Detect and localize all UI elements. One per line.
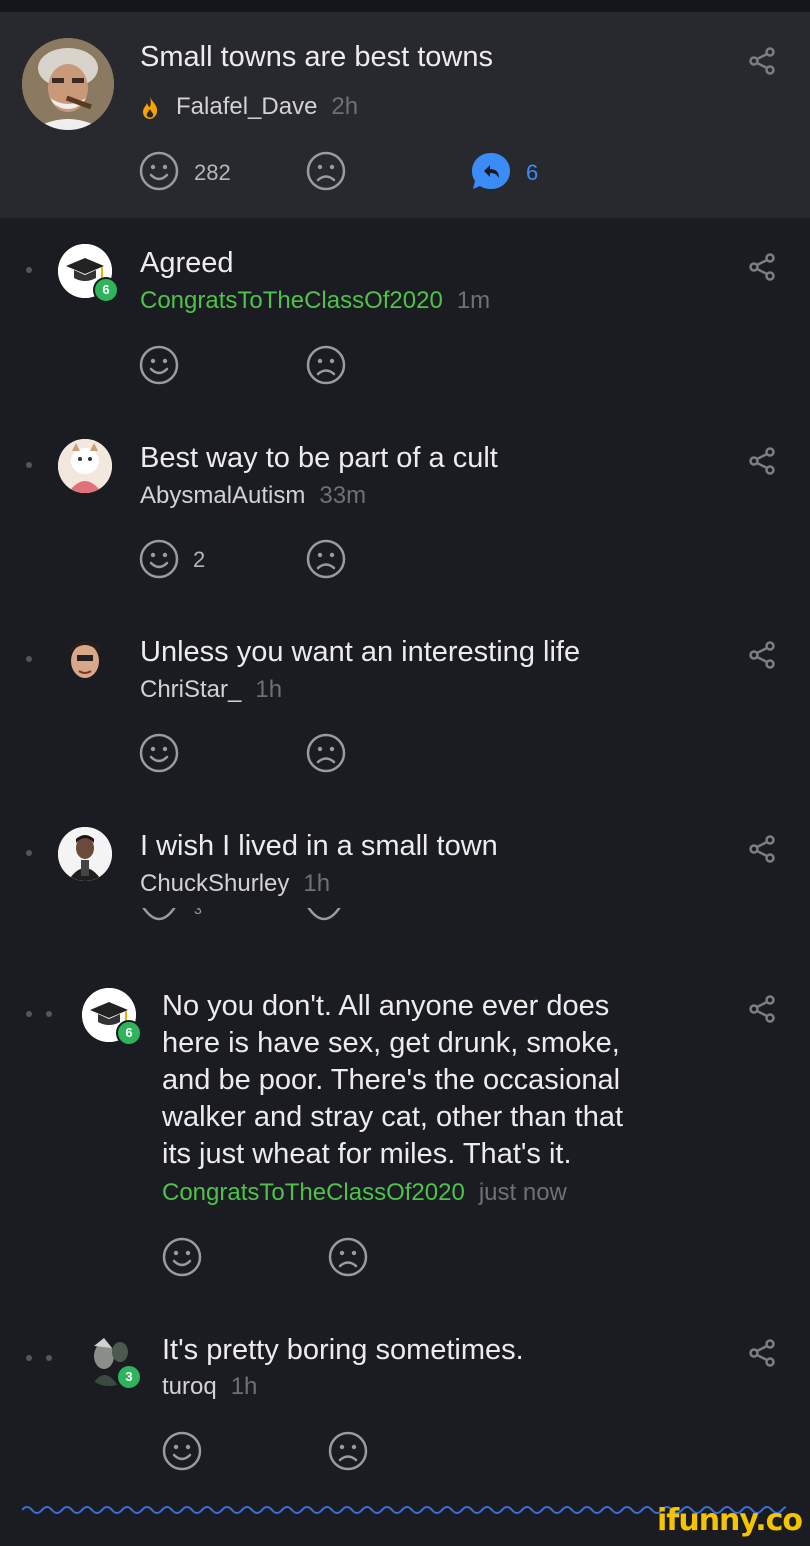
reply-line: No you don't. All anyone ever does (162, 990, 610, 1022)
comment-meta: CongratsToTheClassOf2020 1m (140, 286, 490, 316)
reply-meta: turoq 1h (162, 1372, 257, 1402)
thread-dot (26, 267, 32, 273)
frown-icon[interactable] (305, 150, 347, 192)
smile-icon[interactable] (138, 538, 180, 580)
status-bar-strip (0, 0, 810, 12)
comment-time: 1m (456, 287, 491, 314)
post-time: 2h (331, 93, 359, 120)
frown-icon[interactable] (327, 1236, 369, 1278)
reaction-row: 3 (138, 908, 388, 934)
comment-username[interactable]: ChuckShurley (140, 870, 289, 897)
thread-dot (26, 850, 32, 856)
share-icon[interactable] (747, 446, 777, 476)
fire-icon (143, 97, 158, 119)
share-icon[interactable] (747, 1338, 777, 1368)
reply-meta: CongratsToTheClassOf2020 just now (162, 1178, 567, 1208)
share-icon[interactable] (747, 46, 777, 76)
reply-line: walker and stray cat, other than that (162, 1101, 624, 1133)
comment-username[interactable]: CongratsToTheClassOf2020 (140, 287, 443, 314)
reply-line: its just wheat for miles. That's it. (162, 1138, 572, 1170)
reply-text: No you don't. All anyone ever does here … (162, 988, 623, 1173)
smile-icon[interactable] (161, 1430, 203, 1472)
post-meta: Falafel_Dave 2h (176, 92, 358, 122)
comment-text: Best way to be part of a cult (140, 442, 498, 474)
smile-icon[interactable] (138, 732, 180, 774)
frown-icon[interactable] (305, 344, 347, 386)
thread-dot (26, 1355, 32, 1361)
post-title: Small towns are best towns (140, 41, 493, 73)
comment-meta: ChuckShurley 1h (140, 869, 330, 899)
original-post[interactable]: Small towns are best towns Falafel_Dave 2… (0, 12, 810, 218)
comment-time: 1h (255, 676, 283, 703)
level-badge: 6 (116, 1020, 142, 1046)
share-icon[interactable] (747, 994, 777, 1024)
thread-dot (46, 1011, 52, 1017)
reply-count: 6 (526, 160, 539, 185)
comment-meta: AbysmalAutism 33m (140, 481, 366, 511)
thread-dot (26, 656, 32, 662)
comment-time: 33m (319, 482, 367, 509)
frown-icon[interactable] (305, 538, 347, 580)
thread-dot (26, 1011, 32, 1017)
frown-icon[interactable] (305, 732, 347, 774)
smile-icon[interactable] (138, 150, 180, 192)
watermark-logo: ifunny.co (657, 1503, 803, 1538)
post-username[interactable]: Falafel_Dave (176, 93, 317, 120)
level-badge: 3 (116, 1364, 142, 1390)
reply-text: It's pretty boring sometimes. (162, 1334, 524, 1366)
comment-username[interactable]: ChriStar_ (140, 676, 241, 703)
reply-line: and be poor. There's the occasional (162, 1064, 621, 1096)
thread-dot (46, 1355, 52, 1361)
reply-icon[interactable] (470, 150, 512, 192)
avatar[interactable] (58, 827, 112, 881)
thread-dot (26, 462, 32, 468)
smile-icon[interactable] (138, 344, 180, 386)
like-count: 3 (194, 908, 202, 917)
comment-text: I wish I lived in a small town (140, 830, 498, 862)
smile-icon[interactable] (161, 1236, 203, 1278)
frown-icon[interactable] (327, 1430, 369, 1472)
reply-username[interactable]: turoq (162, 1373, 217, 1400)
reactions-cut-off: 3 (142, 908, 341, 921)
comment-text: Agreed (140, 247, 234, 279)
reply-username[interactable]: CongratsToTheClassOf2020 (162, 1179, 465, 1206)
level-badge: 6 (93, 277, 119, 303)
comment-meta: ChriStar_ 1h (140, 675, 282, 705)
comment-username[interactable]: AbysmalAutism (140, 482, 305, 509)
share-icon[interactable] (747, 252, 777, 282)
reply-line: here is have sex, get drunk, smoke, (162, 1027, 620, 1059)
like-count: 282 (194, 160, 231, 185)
avatar[interactable] (58, 633, 112, 687)
reply-time: 1h (230, 1373, 258, 1400)
share-icon[interactable] (747, 834, 777, 864)
like-count: 2 (193, 547, 206, 572)
avatar[interactable] (58, 439, 112, 493)
reply-time: just now (478, 1179, 567, 1206)
avatar[interactable] (22, 38, 114, 130)
share-icon[interactable] (747, 640, 777, 670)
comment-time: 1h (303, 870, 331, 897)
comment-text: Unless you want an interesting life (140, 636, 581, 668)
